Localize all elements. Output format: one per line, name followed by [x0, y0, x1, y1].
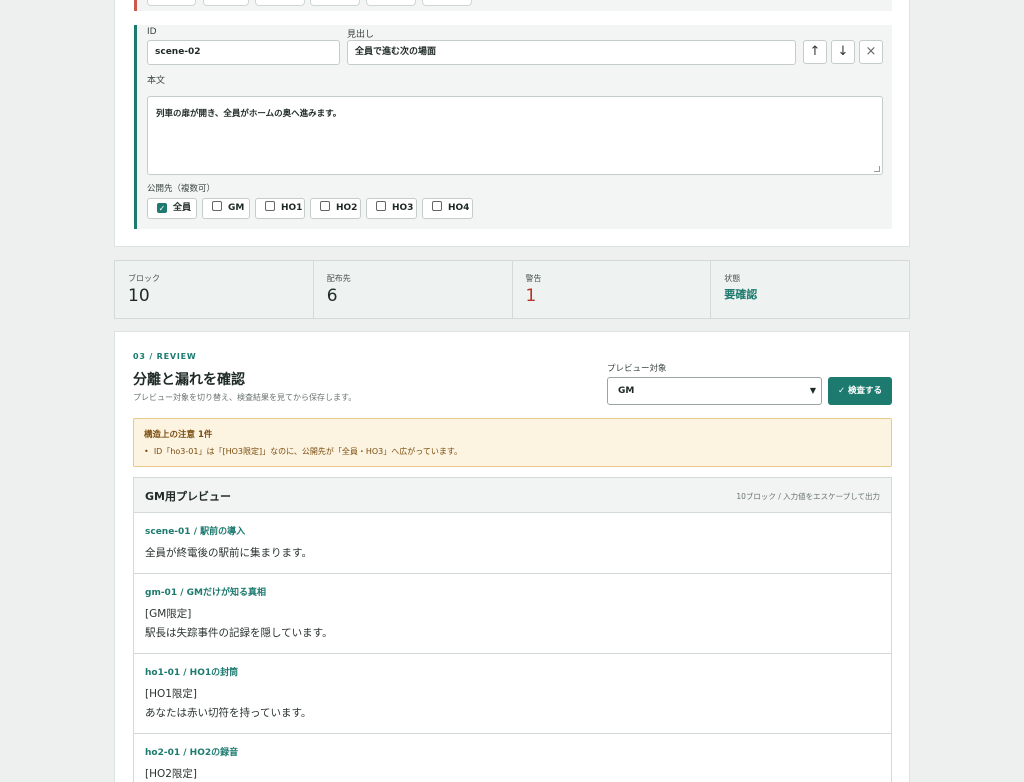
- checkbox-icon: [376, 201, 386, 211]
- stat-value: 1: [525, 286, 537, 306]
- preview-item-id: scene-01 / 駅前の導入: [145, 527, 246, 537]
- checkbox-icon: [320, 201, 330, 211]
- audience-label-text: 全員: [173, 203, 192, 213]
- stats-strip: ブロック 10 配布先 6 警告 1 状態 要確認: [114, 260, 910, 319]
- prev-audience-chip[interactable]: [366, 0, 416, 6]
- audience-label-text: HO3: [392, 203, 414, 213]
- preview-panel: GM用プレビュー 10ブロック / 入力値をエスケープして出力 scene-01…: [133, 477, 892, 782]
- prev-audience-chip[interactable]: [147, 0, 196, 6]
- close-icon: ×: [865, 44, 877, 59]
- heading-label: 見出し: [347, 30, 375, 40]
- checkbox-icon: [265, 201, 275, 211]
- previous-block: [134, 0, 892, 11]
- preview-item: scene-01 / 駅前の導入 全員が終電後の駅前に集まります。: [134, 513, 891, 574]
- checkbox-icon: [212, 201, 222, 211]
- section-subtitle: プレビュー対象を切り替え、検査結果を見てから保存します。: [133, 393, 357, 402]
- preview-item: ho1-01 / HO1の封筒 [HO1限定] あなたは赤い切符を持っています。: [134, 654, 891, 734]
- audience-checkbox-ho1[interactable]: HO1: [255, 198, 305, 219]
- id-input[interactable]: scene-02: [147, 40, 340, 65]
- stat-recipients: 配布先 6: [314, 261, 513, 318]
- audience-checkbox-ho4[interactable]: HO4: [422, 198, 473, 219]
- alert-item-text: ID「ho3-01」は「[HO3限定]」なのに、公開先が「全員・HO3」へ広がっ…: [153, 447, 463, 456]
- audience-label-text: HO2: [336, 203, 358, 213]
- preview-header: GM用プレビュー 10ブロック / 入力値をエスケープして出力: [134, 478, 891, 513]
- chevron-down-icon: ▼: [809, 386, 816, 395]
- audience-label-text: HO1: [281, 203, 303, 213]
- audience-checkbox-ho2[interactable]: HO2: [310, 198, 361, 219]
- preview-item-id: gm-01 / GMだけが知る真相: [145, 588, 266, 598]
- resize-grip-icon[interactable]: [874, 166, 880, 172]
- preview-item-tag: [GM限定]: [145, 608, 192, 620]
- stat-status: 状態 要確認: [711, 261, 909, 318]
- preview-item: ho2-01 / HO2の録音 [HO2限定]: [134, 734, 891, 782]
- block-editor-card: ID scene-02 見出し 全員で進む次の場面 ↑ ↓ × 本文 列車の扉が…: [114, 0, 910, 247]
- id-label: ID: [147, 27, 157, 37]
- preview-meta: 10ブロック / 入力値をエスケープして出力: [736, 492, 880, 501]
- audience-checkbox-all[interactable]: ✓ 全員: [147, 198, 197, 219]
- preview-item-id: ho2-01 / HO2の録音: [145, 748, 239, 758]
- stat-warnings: 警告 1: [513, 261, 712, 318]
- arrow-down-icon: ↓: [837, 44, 849, 59]
- section-kicker: 03 / REVIEW: [133, 352, 197, 361]
- audience-checkbox-ho3[interactable]: HO3: [366, 198, 417, 219]
- arrow-up-icon: ↑: [809, 44, 821, 59]
- body-textarea[interactable]: 列車の扉が開き、全員がホームの奥へ進みます。: [147, 96, 883, 175]
- preview-item: gm-01 / GMだけが知る真相 [GM限定] 駅長は失踪事件の記録を隠してい…: [134, 574, 891, 654]
- content-block: ID scene-02 見出し 全員で進む次の場面 ↑ ↓ × 本文 列車の扉が…: [134, 25, 892, 229]
- run-check-button[interactable]: ✓ 検査する: [828, 377, 892, 405]
- audience-label-text: HO4: [448, 203, 470, 213]
- preview-item-tag: [HO1限定]: [145, 688, 198, 700]
- audience-label: 公開先（複数可）: [147, 184, 216, 194]
- alert-item: • ID「ho3-01」は「[HO3限定]」なのに、公開先が「全員・HO3」へ広…: [144, 447, 463, 456]
- preview-item-text: 駅長は失踪事件の記録を隠しています。: [145, 627, 333, 639]
- stat-value: 10: [128, 286, 150, 306]
- stat-blocks: ブロック 10: [115, 261, 314, 318]
- stat-label: 警告: [525, 274, 542, 283]
- checkbox-icon: [432, 201, 442, 211]
- audience-label-text: GM: [228, 203, 245, 213]
- heading-input[interactable]: 全員で進む次の場面: [347, 40, 796, 65]
- stat-label: 配布先: [326, 274, 351, 283]
- stat-label: ブロック: [128, 274, 160, 283]
- warning-alert: 構造上の注意 1件 • ID「ho3-01」は「[HO3限定]」なのに、公開先が…: [133, 418, 892, 467]
- status-badge: 要確認: [724, 288, 758, 301]
- preview-item-id: ho1-01 / HO1の封筒: [145, 668, 239, 678]
- move-up-button[interactable]: ↑: [803, 40, 827, 64]
- prev-audience-chip[interactable]: [203, 0, 249, 6]
- alert-title: 構造上の注意 1件: [144, 430, 213, 440]
- body-label: 本文: [147, 76, 166, 86]
- preview-item-tag: [HO2限定]: [145, 768, 198, 780]
- prev-audience-chip[interactable]: [310, 0, 360, 6]
- review-card: 03 / REVIEW 分離と漏れを確認 プレビュー対象を切り替え、検査結果を見…: [114, 331, 910, 782]
- prev-audience-chip[interactable]: [255, 0, 305, 6]
- stat-label: 状態: [724, 274, 741, 283]
- section-title: 分離と漏れを確認: [133, 372, 245, 388]
- move-down-button[interactable]: ↓: [831, 40, 855, 64]
- preview-target-select[interactable]: GM ▼: [607, 377, 822, 405]
- checkbox-checked-icon: ✓: [157, 203, 167, 213]
- preview-target-label: プレビュー対象: [607, 364, 667, 374]
- body-text: 列車の扉が開き、全員がホームの奥へ進みます。: [156, 109, 342, 119]
- stat-value: 6: [326, 286, 338, 306]
- audience-checkbox-gm[interactable]: GM: [202, 198, 250, 219]
- preview-item-text: あなたは赤い切符を持っています。: [145, 707, 312, 719]
- prev-audience-chip[interactable]: [422, 0, 472, 6]
- select-value: GM: [618, 386, 635, 396]
- preview-title: GM用プレビュー: [145, 490, 231, 503]
- remove-block-button[interactable]: ×: [859, 40, 883, 64]
- preview-item-text: 全員が終電後の駅前に集まります。: [145, 547, 312, 559]
